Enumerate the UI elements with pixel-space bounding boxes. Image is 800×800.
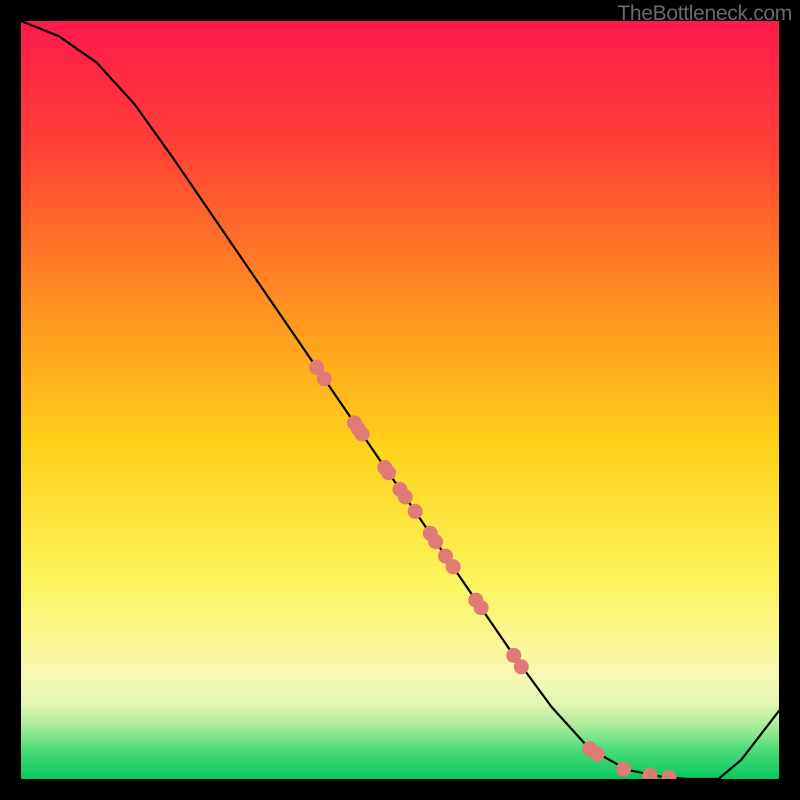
watermark-text: TheBottleneck.com bbox=[617, 2, 792, 26]
plot-background-gradient bbox=[21, 21, 779, 779]
chart-container: TheBottleneck.com bbox=[0, 0, 800, 800]
